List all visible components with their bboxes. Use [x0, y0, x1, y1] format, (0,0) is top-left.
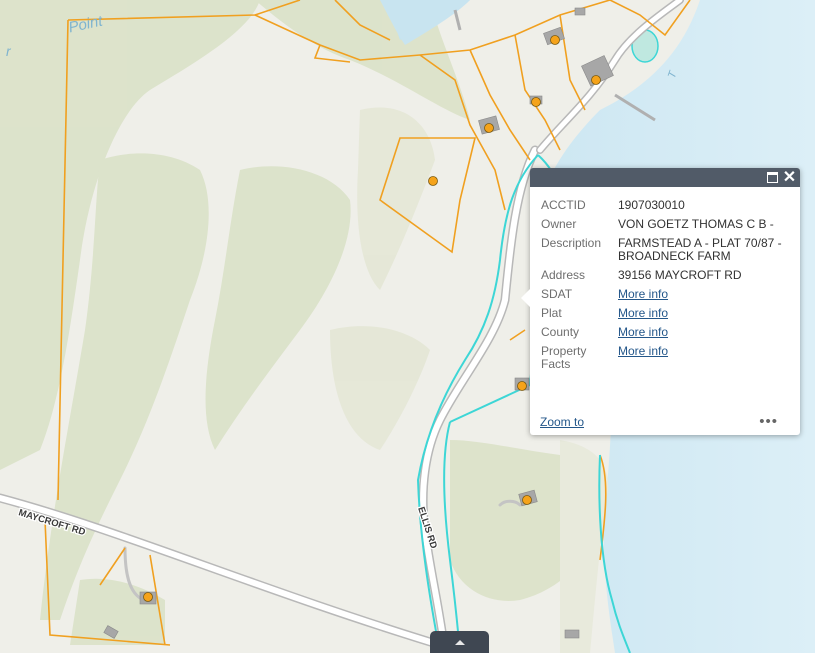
attribute-key: Address — [541, 268, 586, 282]
attribute-key: Owner — [541, 217, 577, 231]
parcel-marker[interactable] — [143, 592, 153, 602]
chevron-up-icon — [454, 639, 465, 645]
attribute-row: Plat More info — [541, 307, 791, 326]
parcel-marker[interactable] — [484, 123, 494, 133]
parcel-marker[interactable] — [522, 495, 532, 505]
attribute-value: More info — [618, 307, 791, 326]
attribute-key: Description — [541, 236, 602, 250]
popup-footer: Zoom to ••• — [540, 413, 790, 430]
more-info-link[interactable]: More info — [618, 344, 668, 358]
attribute-row: ACCTID 1907030010 — [541, 199, 791, 218]
parcel-marker[interactable] — [591, 75, 601, 85]
more-options-icon[interactable]: ••• — [759, 413, 778, 430]
more-info-link[interactable]: More info — [618, 287, 668, 301]
attribute-value: More info — [618, 345, 791, 377]
attribute-value: 1907030010 — [618, 198, 685, 212]
attribute-row: Property Facts More info — [541, 345, 791, 377]
more-info-link[interactable]: More info — [618, 306, 668, 320]
attribute-row: Owner VON GOETZ THOMAS C B - — [541, 218, 791, 237]
attribute-key: SDAT — [541, 287, 573, 301]
attribute-value: FARMSTEAD A - PLAT 70/87 - BROADNECK FAR… — [618, 236, 782, 263]
attribute-panel-toggle[interactable] — [430, 631, 489, 653]
popup-pointer — [521, 288, 531, 308]
attribute-value: 39156 MAYCROFT RD — [618, 268, 742, 282]
maximize-icon[interactable] — [765, 170, 780, 185]
parcel-marker[interactable] — [550, 35, 560, 45]
attribute-value: VON GOETZ THOMAS C B - — [618, 217, 774, 231]
close-icon[interactable]: ✕ — [782, 170, 797, 186]
attribute-row: County More info — [541, 326, 791, 345]
attribute-key: Plat — [541, 306, 562, 320]
attribute-row: SDAT More info — [541, 288, 791, 307]
attribute-key: County — [541, 325, 580, 339]
parcel-info-popup: ✕ ACCTID 1907030010 Owner VON GOETZ THOMAS … — [521, 168, 800, 435]
attribute-value: More info — [618, 326, 791, 345]
attribute-key: Property Facts — [541, 344, 587, 371]
popup-header: ✕ — [530, 168, 800, 187]
attribute-row: Description FARMSTEAD A - PLAT 70/87 - BR… — [541, 237, 791, 269]
more-info-link[interactable]: More info — [618, 325, 668, 339]
zoom-to-link[interactable]: Zoom to — [540, 415, 584, 429]
attribute-table: ACCTID 1907030010 Owner VON GOETZ THOMAS C … — [541, 199, 791, 377]
parcel-marker[interactable] — [531, 97, 541, 107]
parcel-marker[interactable] — [428, 176, 438, 186]
attribute-row: Address 39156 MAYCROFT RD — [541, 269, 791, 288]
attribute-key: ACCTID — [541, 198, 586, 212]
parcel-marker[interactable] — [517, 381, 527, 391]
attribute-value: More info — [618, 288, 791, 307]
